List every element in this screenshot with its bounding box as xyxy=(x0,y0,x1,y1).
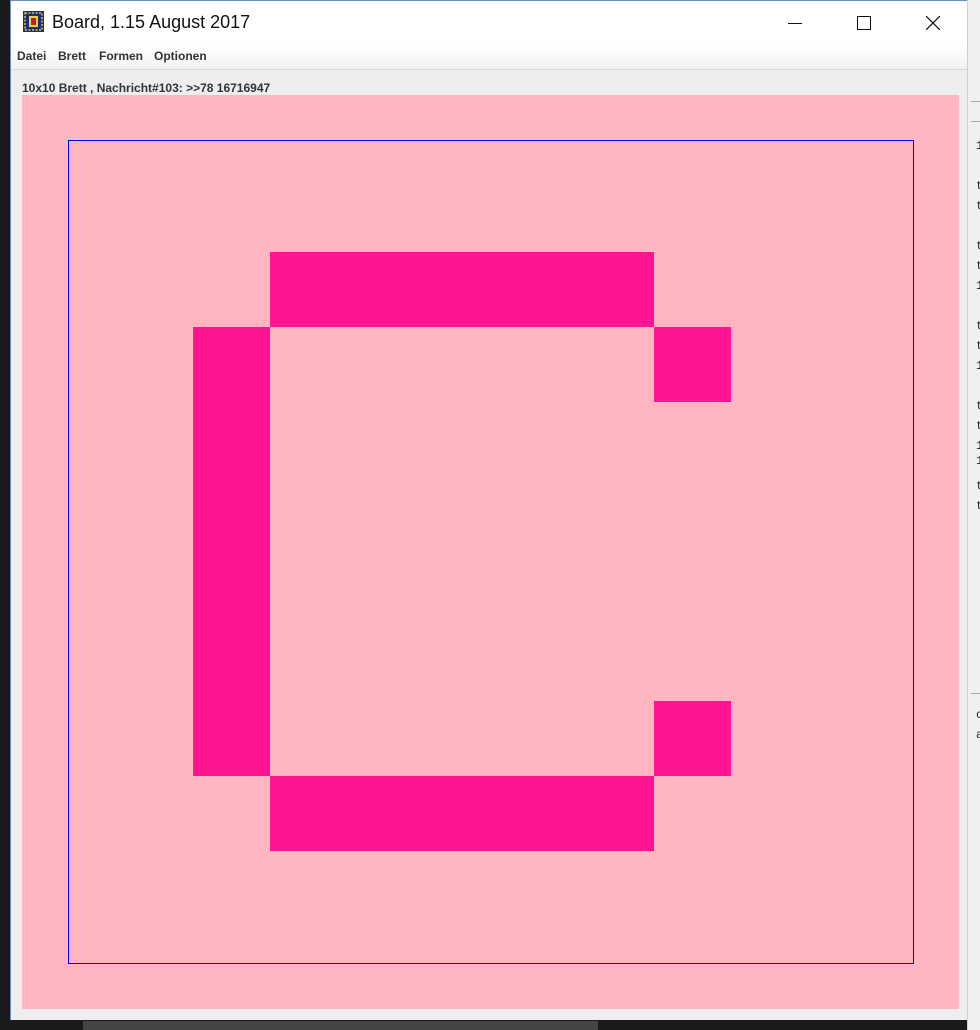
board-cell-filled[interactable] xyxy=(653,326,731,403)
board-cell-filled[interactable] xyxy=(423,775,501,851)
background-text: t xyxy=(976,420,980,432)
board-cell-filled[interactable] xyxy=(653,700,731,777)
close-button[interactable] xyxy=(899,1,967,45)
background-text: t xyxy=(976,200,980,212)
background-text: t xyxy=(976,500,980,512)
background-text: 1 xyxy=(976,360,980,372)
menu-optionen[interactable]: Optionen xyxy=(154,49,207,63)
board-cell-filled[interactable] xyxy=(193,551,271,627)
maximize-button[interactable] xyxy=(830,1,898,45)
board-cell-filled[interactable] xyxy=(270,775,348,851)
background-separator xyxy=(971,693,980,694)
background-text: 1 xyxy=(976,280,980,292)
board-app-icon xyxy=(23,11,44,32)
board-cell-filled[interactable] xyxy=(346,252,424,328)
close-icon xyxy=(926,16,940,30)
background-text: t xyxy=(976,340,980,352)
board-cell-filled[interactable] xyxy=(193,326,271,403)
background-text: 1 xyxy=(976,455,980,467)
maximize-icon xyxy=(857,16,871,30)
background-separator xyxy=(971,101,980,102)
background-text: 1 xyxy=(976,440,980,452)
background-text: t xyxy=(976,240,980,252)
board-cell-filled[interactable] xyxy=(193,401,271,477)
board-cell-filled[interactable] xyxy=(193,700,271,777)
board-cell-filled[interactable] xyxy=(576,252,654,328)
background-text: 1 xyxy=(976,140,980,152)
board-canvas[interactable] xyxy=(22,95,959,1009)
board-cell-filled[interactable] xyxy=(500,775,578,851)
taskbar-strip xyxy=(83,1021,598,1030)
board-cell-filled[interactable] xyxy=(423,252,501,328)
minimize-button[interactable] xyxy=(761,1,829,45)
minimize-icon xyxy=(788,23,802,24)
background-text: t xyxy=(976,260,980,272)
background-text: t xyxy=(976,480,980,492)
board-window: Board, 1.15 August 2017 Datei Brett Form… xyxy=(10,0,967,1020)
menu-datei[interactable]: Datei xyxy=(17,49,46,63)
title-bar[interactable]: Board, 1.15 August 2017 xyxy=(11,1,967,45)
board-cell-filled[interactable] xyxy=(500,252,578,328)
board-cell-filled[interactable] xyxy=(193,476,271,552)
background-text: t xyxy=(976,180,980,192)
board-cell-filled[interactable] xyxy=(576,775,654,851)
background-app-window: 1 t t t t 1 t t 1 t t 1 1 t t c a xyxy=(967,0,980,1030)
background-text: t xyxy=(976,400,980,412)
menu-bar: Datei Brett Formen Optionen xyxy=(11,45,967,70)
board-cell-filled[interactable] xyxy=(193,626,271,702)
background-text: c xyxy=(976,709,980,721)
background-text: a xyxy=(976,729,980,741)
menu-formen[interactable]: Formen xyxy=(99,49,143,63)
background-text: t xyxy=(976,320,980,332)
background-separator xyxy=(971,121,980,122)
board-status-label: 10x10 Brett , Nachricht#103: >>78 167169… xyxy=(22,81,271,95)
menu-brett[interactable]: Brett xyxy=(58,49,86,63)
board-cell-filled[interactable] xyxy=(270,252,348,328)
board-cell-filled[interactable] xyxy=(346,775,424,851)
window-title: Board, 1.15 August 2017 xyxy=(52,12,251,32)
